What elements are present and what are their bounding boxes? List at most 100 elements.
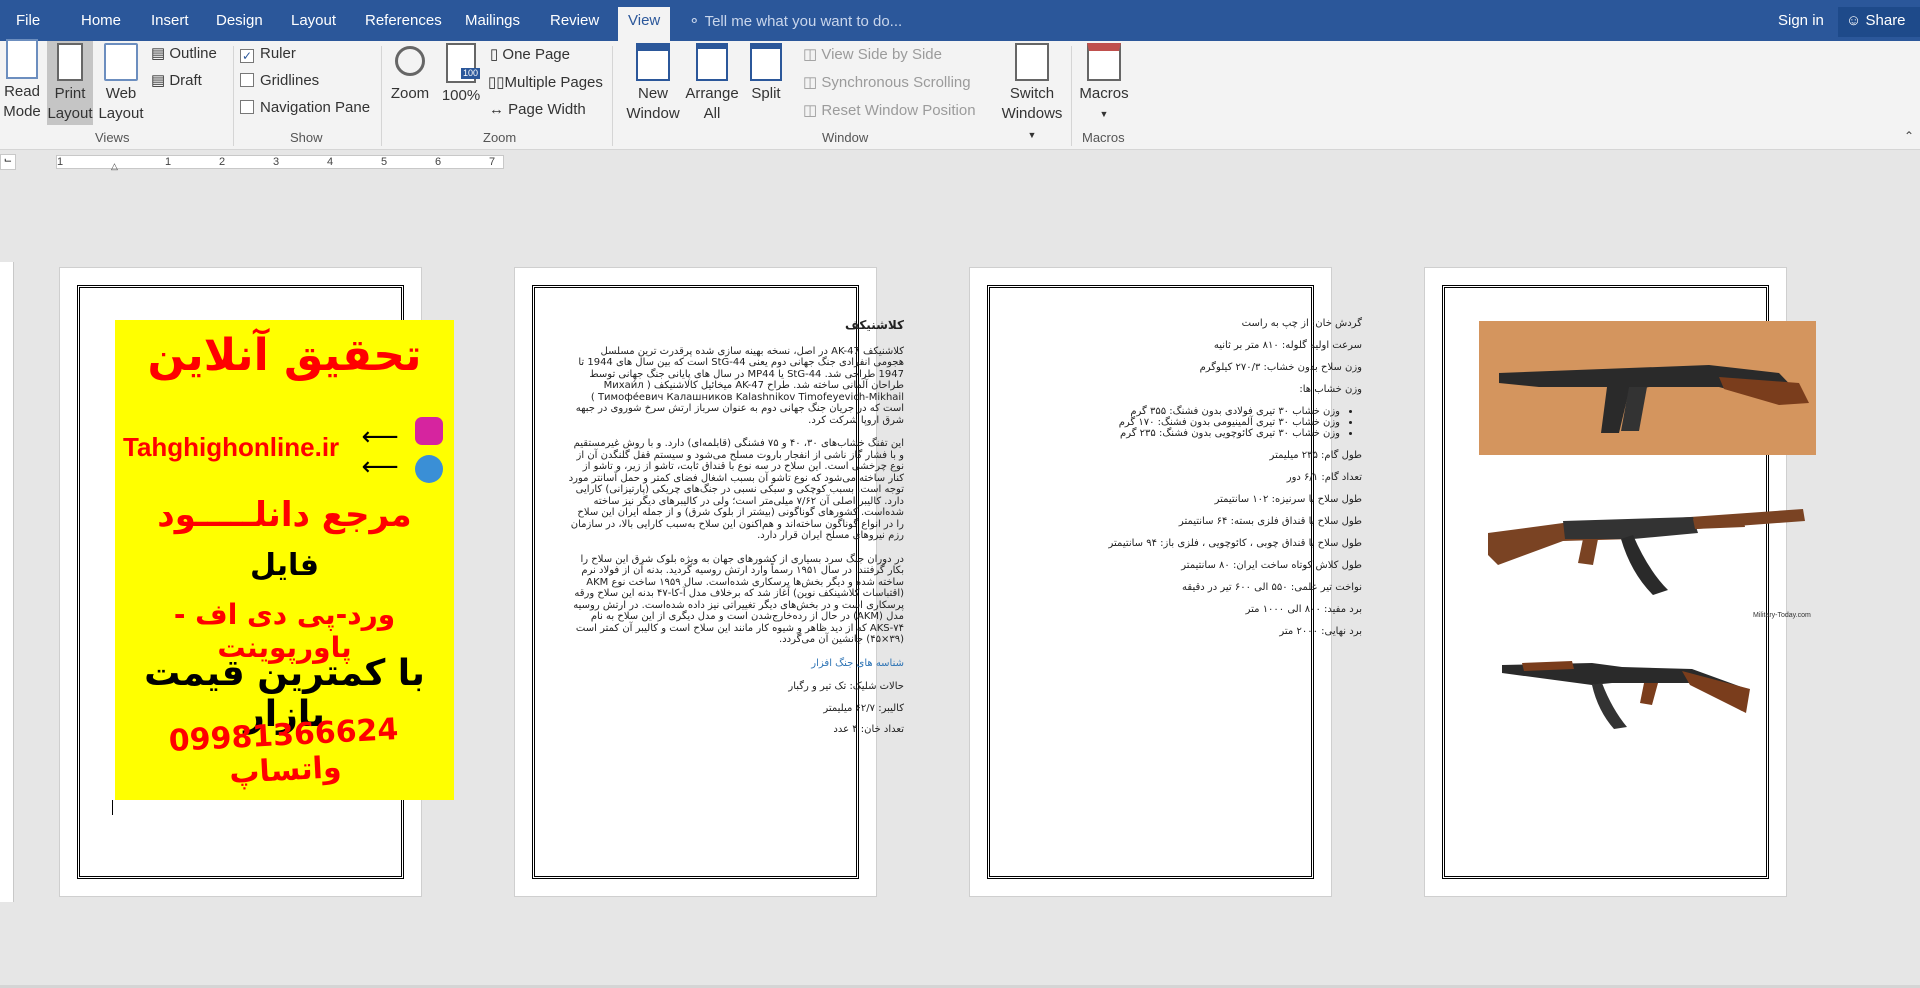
tab-layout[interactable]: Layout xyxy=(291,12,336,29)
window-group-label: Window xyxy=(822,130,869,145)
paragraph: در دوران جنگ سرد بسیاری از کشورهای جهان … xyxy=(573,553,904,646)
ruler-number: 6 xyxy=(435,156,442,168)
ad-whatsapp: واتساپ xyxy=(228,750,343,791)
multiple-pages-button[interactable]: ▯▯Multiple Pages xyxy=(488,73,603,91)
switch-windows-label-2: Windows xyxy=(1001,105,1063,122)
ruler-label: Ruler xyxy=(260,45,296,62)
switch-windows-label-2-row: Windows ▼ xyxy=(1000,104,1064,145)
collapse-ribbon-icon[interactable]: ⌃ xyxy=(1904,129,1914,143)
arrow-icon: ⟵ xyxy=(361,452,399,482)
arrange-all-label-1: Arrange xyxy=(685,85,739,102)
spec-line: برد نهایی: ۲۰۰۰ متر xyxy=(1279,626,1362,637)
ruler-checkbox[interactable]: ✓ Ruler xyxy=(240,45,296,63)
page-width-icon: ↔ xyxy=(489,101,509,118)
checkbox-empty-icon xyxy=(240,73,254,87)
spec-line: طول کلاش کوتاه ساخت ایران: ۸۰ سانتیمتر xyxy=(1181,560,1362,571)
one-page-button[interactable]: ▯ One Page xyxy=(490,45,570,63)
sign-in-link[interactable]: Sign in xyxy=(1778,12,1824,29)
reset-window-position-button[interactable]: ◫ Reset Window Position xyxy=(803,101,976,119)
tab-review[interactable]: Review xyxy=(550,12,599,29)
globe-icon xyxy=(415,455,443,483)
synchronous-scrolling-label: Synchronous Scrolling xyxy=(821,74,971,91)
page-width-button[interactable]: ↔ Page Width xyxy=(489,101,586,118)
read-mode-button[interactable]: Read Mode xyxy=(2,39,42,122)
horizontal-ruler[interactable]: ⌙ 1 1 2 3 4 5 6 7 △ xyxy=(0,150,1920,176)
zoom-100-button[interactable]: 100 100% xyxy=(438,41,484,106)
tab-view[interactable]: View xyxy=(618,7,671,41)
rifle-akm-icon xyxy=(1502,661,1750,729)
tell-me-box[interactable]: ⚬ Tell me what you want to do... xyxy=(688,12,902,30)
synchronous-scrolling-button[interactable]: ◫ Synchronous Scrolling xyxy=(803,73,971,91)
ruler-number: 5 xyxy=(381,156,388,168)
instagram-icon xyxy=(415,417,443,445)
ruler-number: 1 xyxy=(57,156,64,168)
spec-line: وزن سلاح بدون خشاب: ۲۷۰/۳ کیلوگرم xyxy=(1199,362,1362,373)
ruler-bar: 1 1 2 3 4 5 6 7 △ xyxy=(56,155,504,172)
tab-home[interactable]: Home xyxy=(81,12,121,29)
draft-button[interactable]: ▤ Draft xyxy=(151,71,202,89)
ad-line-1: مرجع دانلـــــود xyxy=(157,495,412,535)
read-mode-label-2: Mode xyxy=(3,103,41,120)
paragraph: کلاشنیکف AK-47 در اصل، نسخه بهینه سازی ش… xyxy=(575,345,904,426)
draft-icon: ▤ xyxy=(151,72,170,89)
image-credit: Military-Today.com xyxy=(1753,612,1811,619)
bullet-item: وزن خشاب ۳۰ تیری فولادی بدون فشنگ: ۳۵۵ گ… xyxy=(1020,406,1340,417)
view-side-by-side-label: View Side by Side xyxy=(821,46,942,63)
text-cursor xyxy=(112,800,113,815)
view-side-by-side-button[interactable]: ◫ View Side by Side xyxy=(803,45,942,63)
tab-file[interactable]: File xyxy=(16,12,40,29)
ad-line-2: فایل xyxy=(250,548,319,583)
zoom-100-label: 100% xyxy=(441,87,481,104)
switch-windows-label-1: Switch xyxy=(1009,85,1055,102)
gridlines-checkbox[interactable]: Gridlines xyxy=(240,72,319,89)
tab-selector[interactable]: ⌙ xyxy=(0,154,16,170)
outline-button[interactable]: ▤ Outline xyxy=(151,44,217,62)
share-label: Share xyxy=(1865,12,1906,29)
tab-insert[interactable]: Insert xyxy=(151,12,189,29)
tab-mailings[interactable]: Mailings xyxy=(465,12,520,29)
new-window-label-1: New xyxy=(637,85,668,102)
vertical-ruler[interactable] xyxy=(0,262,14,902)
one-page-icon: ▯ xyxy=(490,46,503,63)
indent-marker-icon[interactable]: △ xyxy=(111,161,118,172)
navigation-pane-checkbox[interactable]: Navigation Pane xyxy=(240,99,370,116)
tab-design[interactable]: Design xyxy=(216,12,263,29)
spec-line: طول سلاح با قنداق فلزی بسته: ۶۴ سانتیمتر xyxy=(1178,516,1362,527)
print-layout-button[interactable]: Print Layout xyxy=(47,41,93,125)
split-label: Split xyxy=(751,85,781,102)
ruler-number: 7 xyxy=(489,156,496,168)
share-button[interactable]: ☺ Share xyxy=(1838,7,1920,37)
lightbulb-icon: ⚬ xyxy=(688,13,701,30)
web-layout-button[interactable]: Web Layout xyxy=(98,41,144,124)
bullet-item: وزن خشاب ۳۰ تیری آلمینیومی بدون فشنگ: ۱۷… xyxy=(1020,417,1340,428)
page-100-badge: 100 xyxy=(460,68,480,79)
sync-scroll-icon: ◫ xyxy=(803,74,822,91)
split-icon xyxy=(750,43,782,81)
page-2-body: کلاشنیکف کلاشنیکف AK-47 در اصل، نسخه بهی… xyxy=(567,319,904,736)
zoom-group-label: Zoom xyxy=(483,130,517,145)
person-icon: ☺ xyxy=(1846,12,1862,29)
outline-icon: ▤ xyxy=(151,45,170,62)
checkmark-icon: ✓ xyxy=(240,49,254,63)
web-layout-label-1: Web xyxy=(105,85,137,102)
new-window-button[interactable]: New Window xyxy=(622,41,684,124)
macros-button[interactable]: Macros ▼ xyxy=(1078,41,1130,124)
navigation-pane-label: Navigation Pane xyxy=(260,99,371,116)
switch-windows-button[interactable]: Switch Windows ▼ xyxy=(1000,41,1064,145)
tab-references[interactable]: References xyxy=(365,12,442,29)
title-bar: File Home Insert Design Layout Reference… xyxy=(0,0,1920,41)
separator xyxy=(612,46,613,146)
arrange-all-button[interactable]: Arrange All xyxy=(684,41,740,124)
zoom-button[interactable]: Zoom xyxy=(387,41,433,104)
split-button[interactable]: Split xyxy=(743,41,789,104)
new-window-label-2: Window xyxy=(626,105,680,122)
ad-site: Tahghighonline.ir xyxy=(123,432,340,462)
chevron-down-icon: ▼ xyxy=(1099,109,1109,119)
tell-me-text: Tell me what you want to do... xyxy=(704,13,903,30)
gridlines-label: Gridlines xyxy=(260,72,320,89)
multiple-pages-icon: ▯▯ xyxy=(488,74,505,91)
reset-window-icon: ◫ xyxy=(803,102,822,119)
rifle-photo-akm xyxy=(1502,649,1752,729)
separator xyxy=(233,46,234,146)
web-layout-icon xyxy=(104,43,138,81)
